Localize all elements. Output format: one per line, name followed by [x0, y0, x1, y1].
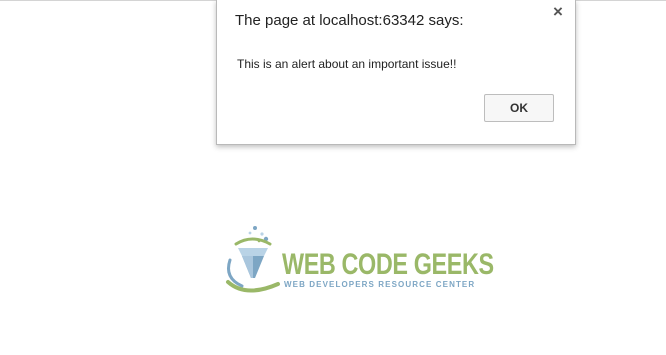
ok-button[interactable]: OK: [484, 94, 554, 122]
dialog-title: The page at localhost:63342 says:: [235, 12, 464, 29]
dialog-message: This is an alert about an important issu…: [237, 57, 457, 71]
logo-tagline: WEB DEVELOPERS RESOURCE CENTER: [284, 280, 476, 289]
gem-icon: [226, 226, 280, 293]
logo-name: WEB CODE GEEKS: [282, 248, 494, 281]
web-code-geeks-logo: WEB CODE GEEKS WEB DEVELOPERS RESOURCE C…: [222, 222, 494, 297]
alert-dialog: The page at localhost:63342 says: × This…: [216, 0, 576, 145]
close-icon[interactable]: ×: [550, 3, 566, 20]
